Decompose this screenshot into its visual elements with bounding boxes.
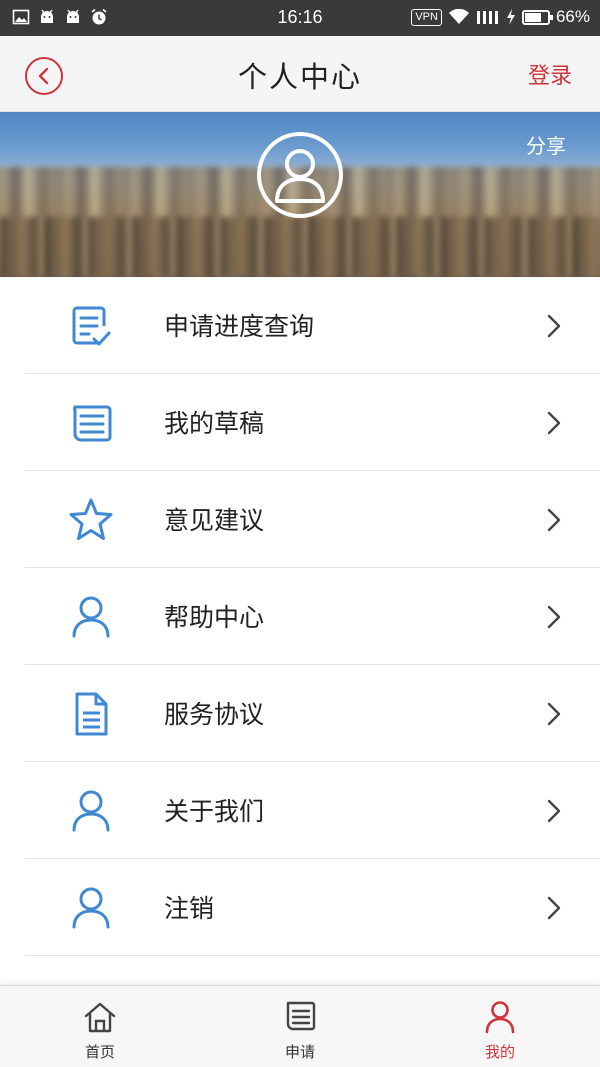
chevron-right-icon xyxy=(547,508,561,532)
home-icon xyxy=(84,1002,116,1033)
menu-item-my-drafts[interactable]: 我的草稿 xyxy=(25,374,600,471)
charging-icon xyxy=(506,9,515,25)
user-avatar-icon xyxy=(275,149,325,203)
menu-item-label: 服务协议 xyxy=(164,700,265,729)
menu-item-label: 关于我们 xyxy=(164,797,265,826)
menu-item-application-progress[interactable]: 申请进度查询 xyxy=(25,277,600,374)
battery-icon xyxy=(521,9,553,25)
avatar[interactable] xyxy=(257,132,343,218)
user-icon xyxy=(72,887,110,929)
menu-item-label: 意见建议 xyxy=(164,506,265,535)
user-icon xyxy=(72,790,110,832)
menu-item-logout[interactable]: 注销 xyxy=(25,859,600,956)
menu-item-feedback[interactable]: 意见建议 xyxy=(25,471,600,568)
tab-apply[interactable]: 申请 xyxy=(200,986,400,1067)
tab-home[interactable]: 首页 xyxy=(0,986,200,1067)
wifi-icon xyxy=(448,9,469,24)
nav-bar: 个人中心 登录 xyxy=(0,36,600,112)
status-bar: 16:16 VPN 66% xyxy=(0,0,600,36)
document-icon xyxy=(75,692,108,736)
signal-icon xyxy=(476,11,498,24)
form-icon xyxy=(286,1001,316,1031)
chevron-right-icon xyxy=(547,702,561,726)
tab-mine[interactable]: 我的 xyxy=(400,986,600,1067)
user-icon xyxy=(485,1001,515,1034)
profile-banner: 分享 xyxy=(0,112,600,277)
menu-item-label: 帮助中心 xyxy=(164,603,265,632)
menu-item-label: 注销 xyxy=(164,894,215,923)
user-icon xyxy=(72,596,110,638)
chevron-right-icon xyxy=(547,314,561,338)
application-progress-icon xyxy=(72,306,111,346)
vpn-badge: VPN xyxy=(411,8,442,26)
menu-item-help-center[interactable]: 帮助中心 xyxy=(25,568,600,665)
menu-item-label: 申请进度查询 xyxy=(164,312,315,341)
chevron-right-icon xyxy=(547,799,561,823)
share-button[interactable]: 分享 xyxy=(526,130,566,159)
tab-label: 我的 xyxy=(484,1043,515,1061)
menu-item-label: 我的草稿 xyxy=(164,409,265,438)
tab-label: 申请 xyxy=(284,1043,315,1061)
chevron-right-icon xyxy=(547,605,561,629)
draft-icon xyxy=(73,405,112,442)
bottom-tab-bar: 首页 申请 我的 xyxy=(0,985,600,1067)
status-indicators: VPN 66% xyxy=(411,7,590,27)
battery-percent: 66% xyxy=(555,7,590,26)
login-button[interactable]: 登录 xyxy=(528,58,572,90)
chevron-right-icon xyxy=(547,411,561,435)
menu-item-service-agreement[interactable]: 服务协议 xyxy=(25,665,600,762)
tab-label: 首页 xyxy=(84,1043,115,1061)
menu-list: 申请进度查询 我的草稿 意见建议 帮助中心 服务协议 关于我们 注销 xyxy=(0,277,600,956)
star-icon xyxy=(69,498,113,540)
chevron-right-icon xyxy=(547,896,561,920)
page-title: 个人中心 xyxy=(237,60,362,94)
menu-item-about-us[interactable]: 关于我们 xyxy=(25,762,600,859)
